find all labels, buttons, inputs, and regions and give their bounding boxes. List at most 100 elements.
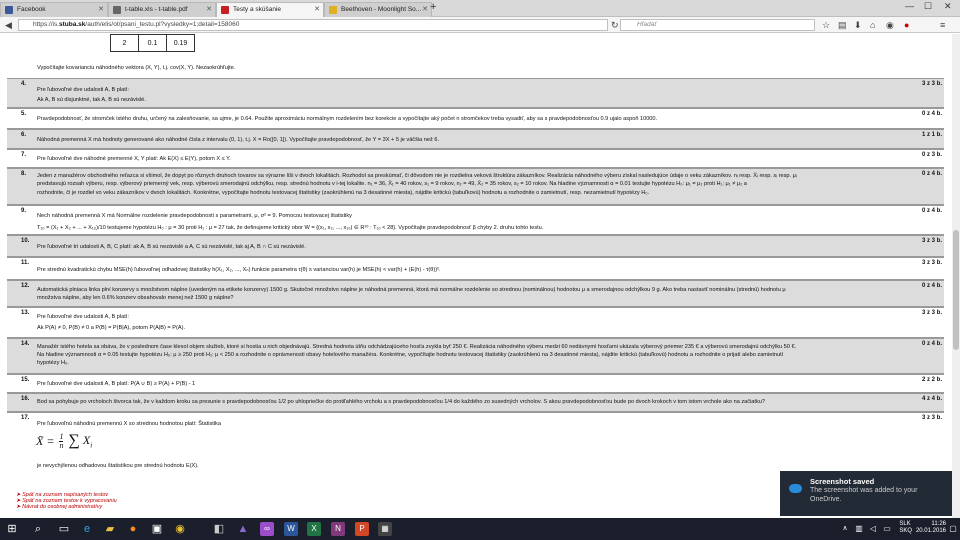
question-line: Automatická plniaca linka plní konzervy … <box>37 287 786 293</box>
app-icon[interactable]: ◧ <box>212 522 226 536</box>
download-icon[interactable]: ⬇ <box>854 18 862 32</box>
question-8: 8. 0 z 4 b. Jeden z manažérov obchodného… <box>7 168 944 205</box>
question-5: 5. 0 z 4 b. Pravdepodobnosť, že stromček… <box>7 108 944 129</box>
onenote-icon[interactable]: N <box>331 522 345 536</box>
question-number: 5. <box>21 111 27 117</box>
url-domain: stuba.sk <box>59 21 86 28</box>
reload-icon[interactable]: ↻ <box>611 18 619 32</box>
question-points: 0 z 4 b. <box>921 208 942 214</box>
tab-testy[interactable]: Testy a skúšanie ✕ <box>216 2 324 18</box>
question-9: 9. 0 z 4 b. Nech náhodná premenná X má N… <box>7 205 944 235</box>
clock-date: 20.01.2016 <box>915 528 946 534</box>
explorer-icon[interactable]: ▰ <box>103 522 117 536</box>
question-points: 0 z 4 b. <box>921 283 942 289</box>
scrollbar-thumb[interactable] <box>953 230 959 350</box>
shield-icon[interactable]: ◉ <box>886 18 894 32</box>
excel-icon[interactable]: X <box>307 522 321 536</box>
new-tab-button[interactable]: + <box>430 1 436 13</box>
star-icon[interactable]: ☆ <box>822 18 830 32</box>
table-cell: 0.1 <box>138 34 167 52</box>
home-icon[interactable]: ⌂ <box>870 18 875 32</box>
tray-arrow-icon[interactable]: ∧ <box>838 522 852 536</box>
question-points: 3 z 3 b. <box>921 81 942 87</box>
question-number: 11. <box>21 260 30 266</box>
question-line: Jeden z manažérov obchodného reťazca si … <box>37 173 797 179</box>
question-line: Pre ľubovoľné dve udalosti A, B platí: P… <box>37 381 196 387</box>
network-icon[interactable]: ▥ <box>852 522 866 536</box>
tab-ttable[interactable]: t-table.xls - t-table.pdf ✕ <box>108 2 216 17</box>
page-content: 2 0.1 0.19 Vypočítajte kovarianciu náhod… <box>0 34 952 518</box>
question-number: 14. <box>21 341 30 347</box>
close-icon[interactable]: ✕ <box>422 3 428 16</box>
tab-beethoven[interactable]: Beethoven - Moonlight So... ✕ <box>324 2 432 17</box>
firefox-icon[interactable]: ● <box>126 522 140 536</box>
battery-icon[interactable]: ▭ <box>880 522 894 536</box>
task-view-icon[interactable]: ▭ <box>57 522 71 536</box>
reading-list-icon[interactable]: ▤ <box>838 18 847 32</box>
language-indicator[interactable]: SLK SKQ <box>899 521 912 535</box>
close-icon[interactable]: ✕ <box>98 3 104 16</box>
vs-purple-icon[interactable]: ∞ <box>260 522 274 536</box>
question-number: 13. <box>21 310 30 316</box>
question-14: 14. 0 z 4 b. Manažér istého hotela sa ob… <box>7 338 944 374</box>
minimize-icon[interactable]: — <box>905 1 914 11</box>
url-bar[interactable]: https://is.stuba.sk/auth/elis/ot/psani_t… <box>18 19 608 31</box>
addon-icon[interactable]: ● <box>904 18 909 32</box>
volume-icon[interactable]: ◁ <box>866 522 880 536</box>
question-10: 10. 3 z 3 b. Pre ľubovoľné tri udalosti … <box>7 235 944 257</box>
question-line: Ak A, B sú disjunktné, tak A, B sú nezáv… <box>37 97 146 103</box>
chrome-icon[interactable]: ◉ <box>173 522 187 536</box>
question-line: Náhodná premenná X má hodnoty generované… <box>37 137 440 143</box>
question-13: 13. 3 z 3 b. Pre ľubovoľné dve udalosti … <box>7 307 944 338</box>
search-placeholder: Hľadať <box>637 21 657 28</box>
app2-icon[interactable]: ▦ <box>378 522 392 536</box>
question-4: 4. 3 z 3 b. Pre ľubovoľné dve udalosti A… <box>7 78 944 108</box>
question-number: 10. <box>21 238 30 244</box>
question-line: Nech náhodná premenná X má Normálne rozd… <box>37 213 352 219</box>
tab-label: t-table.xls - t-table.pdf <box>125 6 188 13</box>
powerpoint-icon[interactable]: P <box>355 522 369 536</box>
store-icon[interactable]: ▣ <box>150 522 164 536</box>
question-line: hypotézy H₀. <box>37 360 69 366</box>
question-11: 11. 3 z 3 b. Pre strednú kvadratickú chy… <box>7 257 944 280</box>
tab-bar: Facebook ✕ t-table.xls - t-table.pdf ✕ Tes… <box>0 0 960 18</box>
question-line: predstavujú rozsah výberu, resp. výberov… <box>37 181 747 187</box>
tab-label: Facebook <box>17 6 46 13</box>
question-16: 16. 4 z 4 b. Bod sa pohybuje po vrcholoc… <box>7 393 944 412</box>
edge-icon[interactable]: e <box>80 522 94 536</box>
question-points: 0 z 3 b. <box>921 152 942 158</box>
word-icon[interactable]: W <box>284 522 298 536</box>
visual-studio-icon[interactable]: ▲ <box>236 522 250 536</box>
question-number: 7. <box>21 152 27 158</box>
back-icon[interactable]: ◀ <box>5 18 12 32</box>
notification-toast[interactable]: Screenshot saved The screenshot was adde… <box>780 471 952 516</box>
question-points: 4 z 4 b. <box>921 396 942 402</box>
vertical-scrollbar[interactable] <box>952 34 960 518</box>
question-line: T₁₀ = (X₁ + X₂ + ... + X₁₀)/10 testujeme… <box>37 225 544 231</box>
close-icon[interactable]: ✕ <box>206 3 212 16</box>
windows-start-icon[interactable]: ⊞ <box>5 522 19 536</box>
maximize-icon[interactable]: ☐ <box>924 1 932 12</box>
question-line: množstva náplne, aby len 0.6% konzerv ob… <box>37 295 234 301</box>
close-icon[interactable]: ✕ <box>314 3 320 16</box>
facebook-icon <box>5 6 13 14</box>
question-line: Pre ľubovoľné tri udalosti A, B, C platí… <box>37 244 306 250</box>
question-points: 0 z 4 b. <box>921 341 942 347</box>
question-line: Na hladine významnosti α = 0.05 testujte… <box>37 352 784 358</box>
clock[interactable]: 11:26 20.01.2016 <box>916 521 946 535</box>
question-line: Pre ľubovoľné dve udalosti A, B platí: <box>37 314 129 320</box>
question-line: Pre ľubovoľné dve udalosti A, B platí: <box>37 87 129 93</box>
search-icon[interactable]: ⌕ <box>31 522 45 536</box>
question-line: Ak P(A) ≠ 0, P(B) ≠ 0 a P(B) = P(B|A), p… <box>37 325 185 331</box>
search-input[interactable]: Hľadať <box>620 19 815 31</box>
menu-icon[interactable]: ≡ <box>940 18 945 32</box>
question-line: Bod sa pohybuje po vrcholoch štvorca tak… <box>37 399 765 405</box>
notification-center-icon[interactable]: ▢ <box>946 522 960 536</box>
question-number: 12. <box>21 283 30 289</box>
taskbar: ⊞ ⌕ ▭ e ▰ ● ▣ ◉ ◧ ▲ ∞ W X N P ▦ ∧ ▥ ◁ ▭ … <box>0 518 960 540</box>
link-admin[interactable]: Návrat do osobnej administratívy <box>16 504 117 510</box>
close-window-icon[interactable]: ✕ <box>944 1 952 12</box>
warning-icon <box>329 6 337 14</box>
table-cell: 0.19 <box>166 34 195 52</box>
tab-facebook[interactable]: Facebook ✕ <box>0 2 108 17</box>
